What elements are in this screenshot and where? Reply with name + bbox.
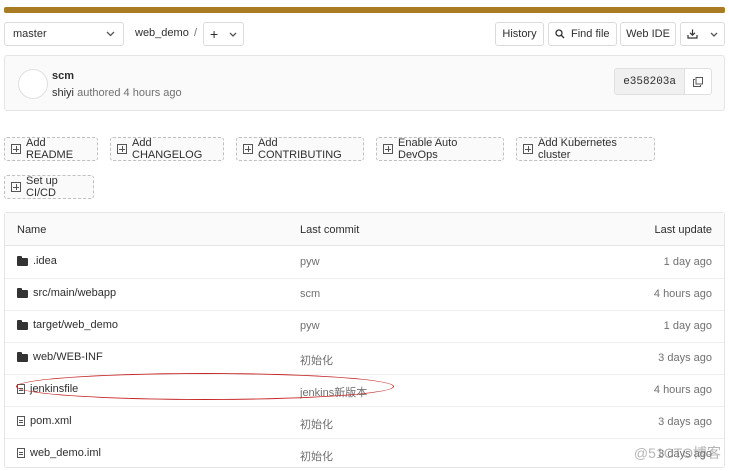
folder-icon (17, 288, 28, 298)
history-label: History (502, 28, 537, 40)
file-name-cell[interactable]: web/WEB-INF (17, 351, 103, 363)
last-update: 1 day ago (663, 320, 712, 332)
copy-sha-button[interactable] (684, 69, 711, 94)
download-button[interactable] (680, 22, 725, 46)
breadcrumb-separator: / (194, 27, 198, 39)
plus-square-icon (11, 144, 21, 154)
chevron-down-icon (710, 32, 718, 37)
folder-icon (17, 352, 28, 362)
avatar[interactable] (18, 69, 48, 99)
add-readme-label: Add README (26, 137, 74, 161)
table-row[interactable]: web_demo.iml 初始化 3 days ago (5, 438, 724, 467)
commit-message[interactable]: pyw (300, 256, 320, 268)
add-dropdown-button[interactable]: + (203, 22, 244, 46)
table-row[interactable]: target/web_demo pyw 1 day ago (5, 310, 724, 343)
add-contributing-button[interactable]: Add CONTRIBUTING (236, 137, 364, 161)
commit-message[interactable]: scm (300, 288, 320, 300)
find-file-label: Find file (571, 28, 610, 40)
file-icon (17, 416, 25, 426)
file-name-cell[interactable]: web_demo.iml (17, 447, 101, 459)
file-icon (17, 384, 25, 394)
add-contributing-label: Add CONTRIBUTING (258, 137, 342, 161)
branch-selector[interactable]: master (4, 22, 124, 46)
header-name: Name (17, 224, 47, 236)
watermark: @51CTO博客 (633, 445, 721, 461)
commit-title[interactable]: scm (52, 70, 74, 82)
add-kubernetes-cluster-label: Add Kubernetes cluster (538, 137, 617, 161)
copy-icon (693, 76, 703, 87)
commit-sha[interactable]: e358203a (615, 69, 684, 94)
web-ide-button[interactable]: Web IDE (620, 22, 676, 46)
commit-author[interactable]: shiyi (52, 87, 74, 99)
header-last-update: Last update (654, 224, 713, 236)
search-icon (555, 29, 565, 39)
plus-square-icon (383, 144, 393, 154)
folder-icon (17, 320, 28, 330)
file-name-cell[interactable]: src/main/webapp (17, 287, 116, 299)
chevron-down-icon (106, 31, 115, 37)
file-tree-table: Name Last commit Last update .idea pyw 1… (4, 212, 725, 468)
file-name[interactable]: target/web_demo (33, 319, 118, 331)
commit-message[interactable]: 初始化 (300, 416, 333, 432)
file-name[interactable]: web_demo.iml (30, 447, 101, 459)
last-update: 1 day ago (663, 256, 712, 268)
commit-sha-group: e358203a (614, 68, 712, 95)
commit-message[interactable]: pyw (300, 320, 320, 332)
plus-icon: + (210, 26, 219, 42)
breadcrumb-project[interactable]: web_demo (135, 27, 189, 39)
file-name[interactable]: pom.xml (30, 415, 72, 427)
add-kubernetes-cluster-button[interactable]: Add Kubernetes cluster (516, 137, 655, 161)
table-row[interactable]: web/WEB-INF 初始化 3 days ago (5, 342, 724, 375)
last-update: 3 days ago (658, 352, 712, 364)
top-accent-bar (4, 7, 725, 13)
table-header: Name Last commit Last update (5, 213, 724, 246)
file-name-cell[interactable]: pom.xml (17, 415, 72, 427)
commit-message[interactable]: jenkins新版本 (300, 384, 367, 400)
file-name-cell[interactable]: .idea (17, 255, 57, 267)
plus-square-icon (243, 144, 253, 154)
plus-square-icon (11, 182, 21, 192)
last-update: 3 days ago (658, 416, 712, 428)
set-up-ci-cd-label: Set up CI/CD (26, 175, 58, 199)
table-row[interactable]: .idea pyw 1 day ago (5, 246, 724, 279)
header-last-commit: Last commit (300, 224, 360, 236)
file-name[interactable]: src/main/webapp (33, 287, 116, 299)
enable-auto-devops-label: Enable Auto DevOps (398, 137, 458, 161)
file-name[interactable]: web/WEB-INF (33, 351, 103, 363)
enable-auto-devops-button[interactable]: Enable Auto DevOps (376, 137, 504, 161)
add-changelog-button[interactable]: Add CHANGELOG (110, 137, 224, 161)
set-up-ci-cd-button[interactable]: Set up CI/CD (4, 175, 94, 199)
add-readme-button[interactable]: Add README (4, 137, 98, 161)
file-name[interactable]: jenkinsfile (30, 383, 78, 395)
commit-meta: shiyi authored 4 hours ago (52, 87, 182, 99)
commit-message[interactable]: 初始化 (300, 448, 333, 464)
table-row[interactable]: pom.xml 初始化 3 days ago (5, 406, 724, 439)
last-update: 4 hours ago (653, 288, 712, 300)
plus-square-icon (117, 144, 127, 154)
file-name[interactable]: .idea (33, 255, 57, 267)
folder-icon (17, 256, 28, 266)
last-commit-panel: scm shiyi authored 4 hours ago e358203a (4, 55, 725, 111)
find-file-button[interactable]: Find file (548, 22, 617, 46)
table-row[interactable]: src/main/webapp scm 4 hours ago (5, 278, 724, 311)
chevron-down-icon (229, 32, 237, 37)
download-icon (687, 29, 698, 39)
file-name-cell[interactable]: jenkinsfile (17, 383, 78, 395)
web-ide-label: Web IDE (626, 28, 670, 40)
last-update: 4 hours ago (653, 384, 712, 396)
commit-time: authored 4 hours ago (77, 87, 182, 99)
add-changelog-label: Add CHANGELOG (132, 137, 203, 161)
history-button[interactable]: History (495, 22, 544, 46)
plus-square-icon (523, 144, 533, 154)
commit-message[interactable]: 初始化 (300, 352, 333, 368)
branch-name: master (13, 28, 47, 40)
file-icon (17, 448, 25, 458)
file-name-cell[interactable]: target/web_demo (17, 319, 118, 331)
table-row[interactable]: jenkinsfile jenkins新版本 4 hours ago (5, 374, 724, 407)
